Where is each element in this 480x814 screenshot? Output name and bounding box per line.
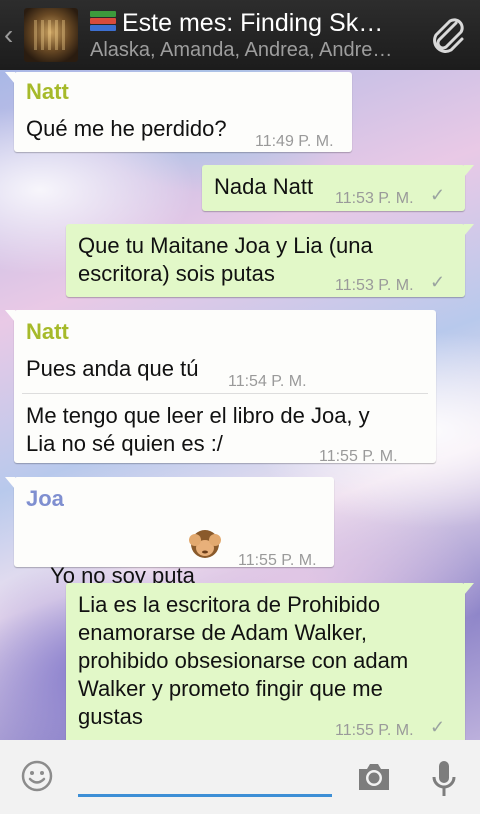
see-no-evil-monkey-icon	[189, 530, 221, 558]
books-emoji-icon	[90, 11, 116, 33]
double-check-icon: ✓	[430, 717, 446, 737]
message-time: 11:54 P. M.	[228, 373, 307, 390]
double-check-icon: ✓	[430, 185, 446, 205]
chat-title-text: Este mes: Finding Sk…	[122, 9, 384, 37]
incoming-message[interactable]: Natt Qué me he perdido? 11:49 P. M.	[5, 72, 352, 152]
incoming-message[interactable]: Natt Pues anda que tú 11:54 P. M. Me ten…	[5, 310, 436, 465]
message-time: 11:53 P. M.	[335, 277, 414, 294]
chat-title: Este mes: Finding Sk…	[90, 8, 410, 38]
message-text: Qué me he perdido?	[26, 116, 227, 141]
message-time: 11:55 P. M.	[238, 552, 317, 569]
chat-participants: Alaska, Amanda, Andrea, Andre…	[90, 39, 393, 61]
message-time: 11:55 P. M.	[319, 448, 398, 465]
sender-name: Joa	[26, 486, 64, 511]
message-text: Que tu Maitane Joa y Lia (una escritora)…	[78, 233, 373, 286]
message-time: 11:49 P. M.	[255, 133, 334, 150]
outgoing-message[interactable]: Que tu Maitane Joa y Lia (una escritora)…	[66, 224, 474, 297]
input-underline	[78, 794, 332, 797]
message-time: 11:53 P. M.	[335, 190, 414, 207]
chat-title-area[interactable]: Este mes: Finding Sk… Alaska, Amanda, An…	[90, 8, 410, 62]
incoming-message[interactable]: Joa Yo no soy puta 11:55 P. M.	[5, 477, 334, 588]
double-check-icon: ✓	[430, 272, 446, 292]
outgoing-message[interactable]: Nada Natt 11:53 P. M. ✓	[202, 165, 474, 211]
message-separator	[22, 393, 428, 394]
group-avatar[interactable]	[24, 8, 78, 62]
message-text: Pues anda que tú	[26, 356, 199, 381]
message-text: Lia es la escritora de Prohibido enamora…	[78, 592, 409, 729]
sender-name: Natt	[26, 319, 69, 344]
camera-icon[interactable]	[356, 761, 392, 793]
message-input[interactable]	[82, 760, 322, 790]
microphone-icon[interactable]	[430, 760, 458, 798]
paperclip-icon[interactable]	[426, 13, 470, 57]
smiley-icon[interactable]	[21, 760, 53, 792]
chat-header[interactable]: ‹ Este mes: Finding Sk… Alaska, Amanda, …	[0, 0, 480, 70]
back-chevron-icon[interactable]: ‹	[4, 21, 22, 49]
message-text: Nada Natt	[214, 174, 314, 199]
sender-name: Natt	[26, 79, 69, 104]
outgoing-message[interactable]: Lia es la escritora de Prohibido enamora…	[66, 583, 474, 743]
